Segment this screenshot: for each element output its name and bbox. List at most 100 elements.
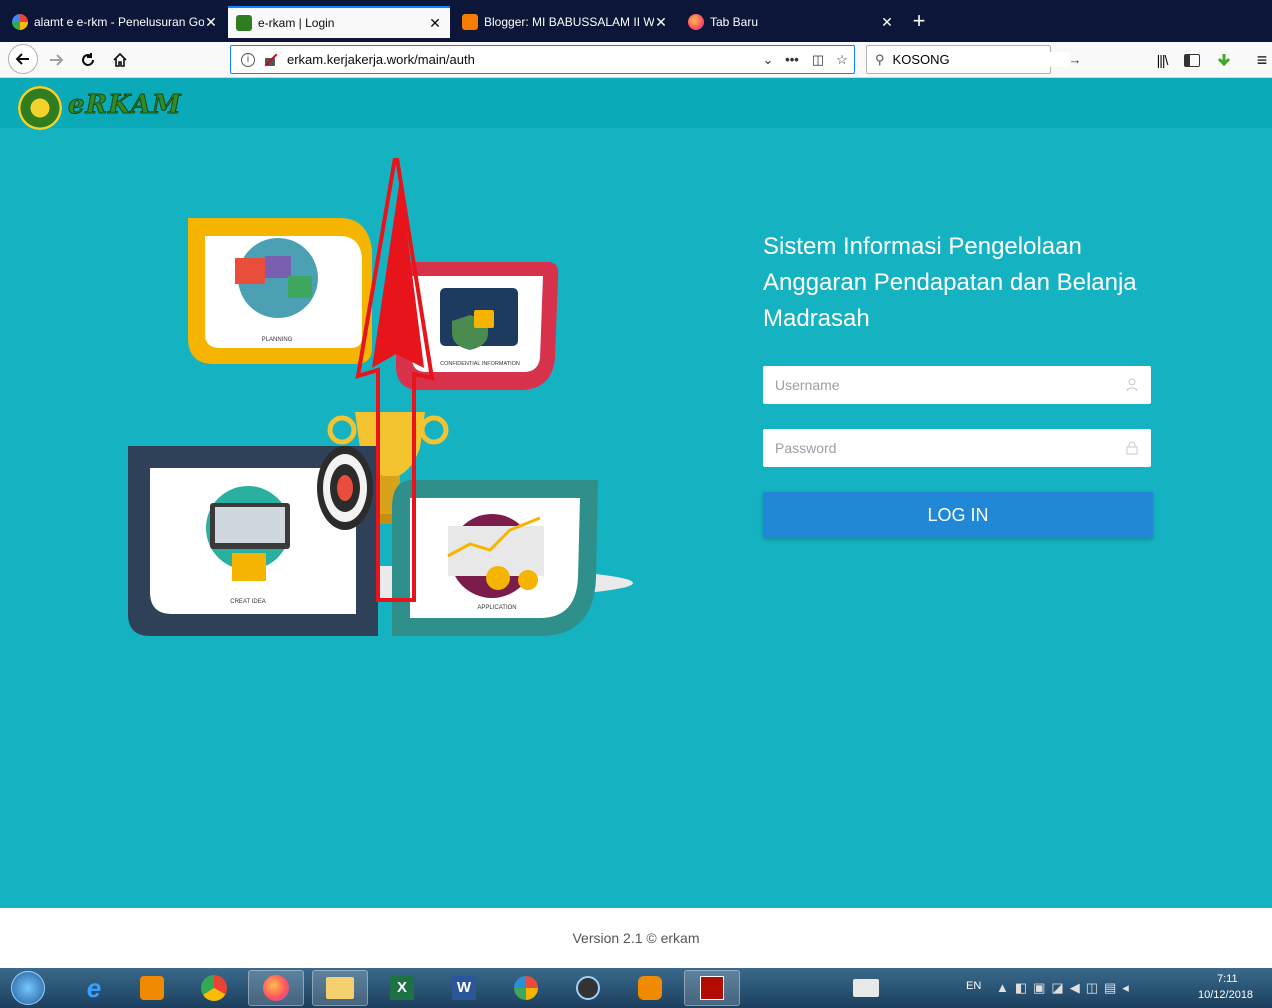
confidential-label: CONFIDENTIAL INFORMATION — [440, 361, 520, 367]
arrow-right-icon — [50, 54, 64, 66]
folder-icon — [326, 977, 354, 999]
chevron-down-icon[interactable]: ⌄ — [758, 52, 778, 68]
tab-label: alamt e e-rkm - Penelusuran Go — [34, 15, 204, 29]
forward-button[interactable] — [42, 46, 70, 74]
arrow-left-icon — [15, 53, 29, 65]
taskbar-word[interactable]: W — [436, 970, 492, 1006]
browser-toolbar: i erkam.kerjakerja.work/main/auth ⌄ ••• … — [0, 42, 1272, 78]
taskbar-uc-browser[interactable] — [622, 970, 678, 1006]
taskbar-acrobat[interactable] — [684, 970, 740, 1006]
kemenag-logo[interactable] — [18, 86, 62, 130]
taskbar-explorer[interactable] — [312, 970, 368, 1006]
taskbar-ie[interactable]: e — [66, 970, 122, 1006]
tab-google-search[interactable]: alamt e e-rkm - Penelusuran Go ✕ — [4, 6, 226, 38]
tab-erkam-login[interactable]: e-rkam | Login ✕ — [228, 6, 450, 38]
firefox-icon — [688, 14, 704, 30]
uc-browser-icon — [638, 976, 662, 1000]
back-button[interactable] — [8, 44, 38, 74]
firefox-icon — [263, 975, 289, 1001]
tab-new[interactable]: Tab Baru ✕ — [680, 6, 902, 38]
acrobat-icon — [700, 976, 724, 1000]
bookmark-star-icon[interactable]: ☆ — [830, 52, 854, 68]
library-icon: |||\ — [1156, 52, 1169, 68]
target — [317, 446, 373, 530]
password-field[interactable] — [763, 429, 1151, 467]
home-icon — [113, 52, 127, 67]
download-icon — [1217, 54, 1231, 67]
app-icon — [576, 976, 600, 1000]
page-title: Sistem Informasi Pengelolaan Anggaran Pe… — [763, 233, 1137, 332]
taskbar-excel[interactable]: X — [374, 970, 430, 1006]
reload-button[interactable] — [74, 46, 102, 74]
username-input[interactable] — [775, 377, 1125, 393]
clock-date[interactable]: 10/12/2018 — [1198, 989, 1253, 1001]
taskbar-firefox[interactable] — [248, 970, 304, 1006]
internet-explorer-icon: e — [86, 972, 102, 1003]
pen-tablet-icon — [853, 979, 879, 997]
page-actions-icon[interactable]: ••• — [778, 52, 806, 67]
windows-start-icon — [11, 971, 45, 1005]
search-icon: ⚲ — [875, 51, 885, 67]
username-field[interactable] — [763, 366, 1151, 404]
browser-tab-bar: alamt e e-rkm - Penelusuran Go ✕ e-rkam … — [0, 0, 1272, 42]
reload-icon — [82, 53, 94, 66]
taskbar-media[interactable] — [124, 970, 180, 1006]
application-card — [392, 480, 598, 636]
page-header: eRKAM — [0, 78, 1272, 130]
info-icon[interactable]: i — [241, 52, 255, 67]
tab-label: Tab Baru — [710, 15, 759, 29]
taskbar-app[interactable] — [560, 970, 616, 1006]
media-player-icon — [140, 976, 164, 1000]
creat-idea-label: CREAT IDEA — [230, 599, 265, 605]
paint-icon — [514, 976, 538, 1000]
sidebar-icon — [1184, 53, 1200, 67]
login-button[interactable]: LOG IN — [763, 492, 1153, 538]
hamburger-menu-icon: ≡ — [1256, 49, 1268, 70]
search-input[interactable] — [892, 52, 1069, 67]
download-button[interactable] — [1210, 46, 1238, 74]
close-icon[interactable]: ✕ — [654, 14, 668, 31]
tab-blogger[interactable]: Blogger: MI BABUSSALAM II W ✕ — [454, 6, 676, 38]
home-button[interactable] — [106, 46, 134, 74]
library-button[interactable]: |||\ — [1148, 46, 1176, 74]
login-page: eRKAM PLANNING CONFIDENTIAL INFORMATION … — [0, 78, 1272, 908]
clock-time[interactable]: 7:11 — [1217, 973, 1238, 985]
language-indicator[interactable]: EN — [966, 980, 981, 992]
start-button[interactable] — [4, 970, 52, 1006]
url-text[interactable]: erkam.kerjakerja.work/main/auth — [287, 52, 758, 67]
menu-button[interactable]: ≡ — [1248, 46, 1272, 74]
taskbar-paint[interactable] — [498, 970, 554, 1006]
search-bar[interactable]: ⚲ → — [866, 45, 1082, 74]
chrome-icon — [201, 975, 227, 1001]
url-bar[interactable]: i erkam.kerjakerja.work/main/auth ⌄ ••• … — [230, 45, 855, 74]
close-icon[interactable]: ✕ — [428, 15, 442, 32]
tab-label: Blogger: MI BABUSSALAM II W — [484, 15, 654, 29]
user-icon — [1125, 378, 1139, 392]
close-icon[interactable]: ✕ — [204, 14, 218, 31]
tray-icons[interactable]: ▲◧▣◪◀◫▤◂ — [996, 980, 1135, 996]
illustration-svg: PLANNING CONFIDENTIAL INFORMATION CREAT … — [128, 158, 633, 636]
password-input[interactable] — [775, 440, 1125, 456]
new-tab-button[interactable]: + — [904, 8, 934, 36]
insecure-lock-icon[interactable] — [263, 53, 278, 67]
taskbar-signature[interactable] — [838, 970, 894, 1006]
pocket-icon[interactable]: ◫ — [806, 52, 830, 68]
planning-label: PLANNING — [262, 337, 293, 343]
google-icon — [12, 14, 28, 30]
close-icon[interactable]: ✕ — [880, 14, 894, 31]
excel-icon: X — [390, 976, 414, 1000]
version-text: Version 2.1 © erkam — [572, 930, 700, 946]
sidebar-button[interactable] — [1178, 46, 1206, 74]
blogger-icon — [462, 14, 478, 30]
word-icon: W — [452, 976, 476, 1000]
kemenag-icon — [236, 15, 252, 31]
windows-taskbar: e X W EN ▲◧▣◪◀◫▤◂ 7:11 10/12/2018 — [0, 968, 1272, 1008]
page-footer: Version 2.1 © erkam — [0, 908, 1272, 968]
application-label: APPLICATION — [477, 605, 516, 611]
tab-label: e-rkam | Login — [258, 16, 335, 30]
lock-icon — [1125, 441, 1139, 455]
confidential-card — [396, 262, 559, 390]
search-go-icon[interactable]: → — [1069, 52, 1082, 67]
taskbar-chrome[interactable] — [186, 970, 242, 1006]
erkam-logo-text[interactable]: eRKAM — [68, 90, 182, 121]
